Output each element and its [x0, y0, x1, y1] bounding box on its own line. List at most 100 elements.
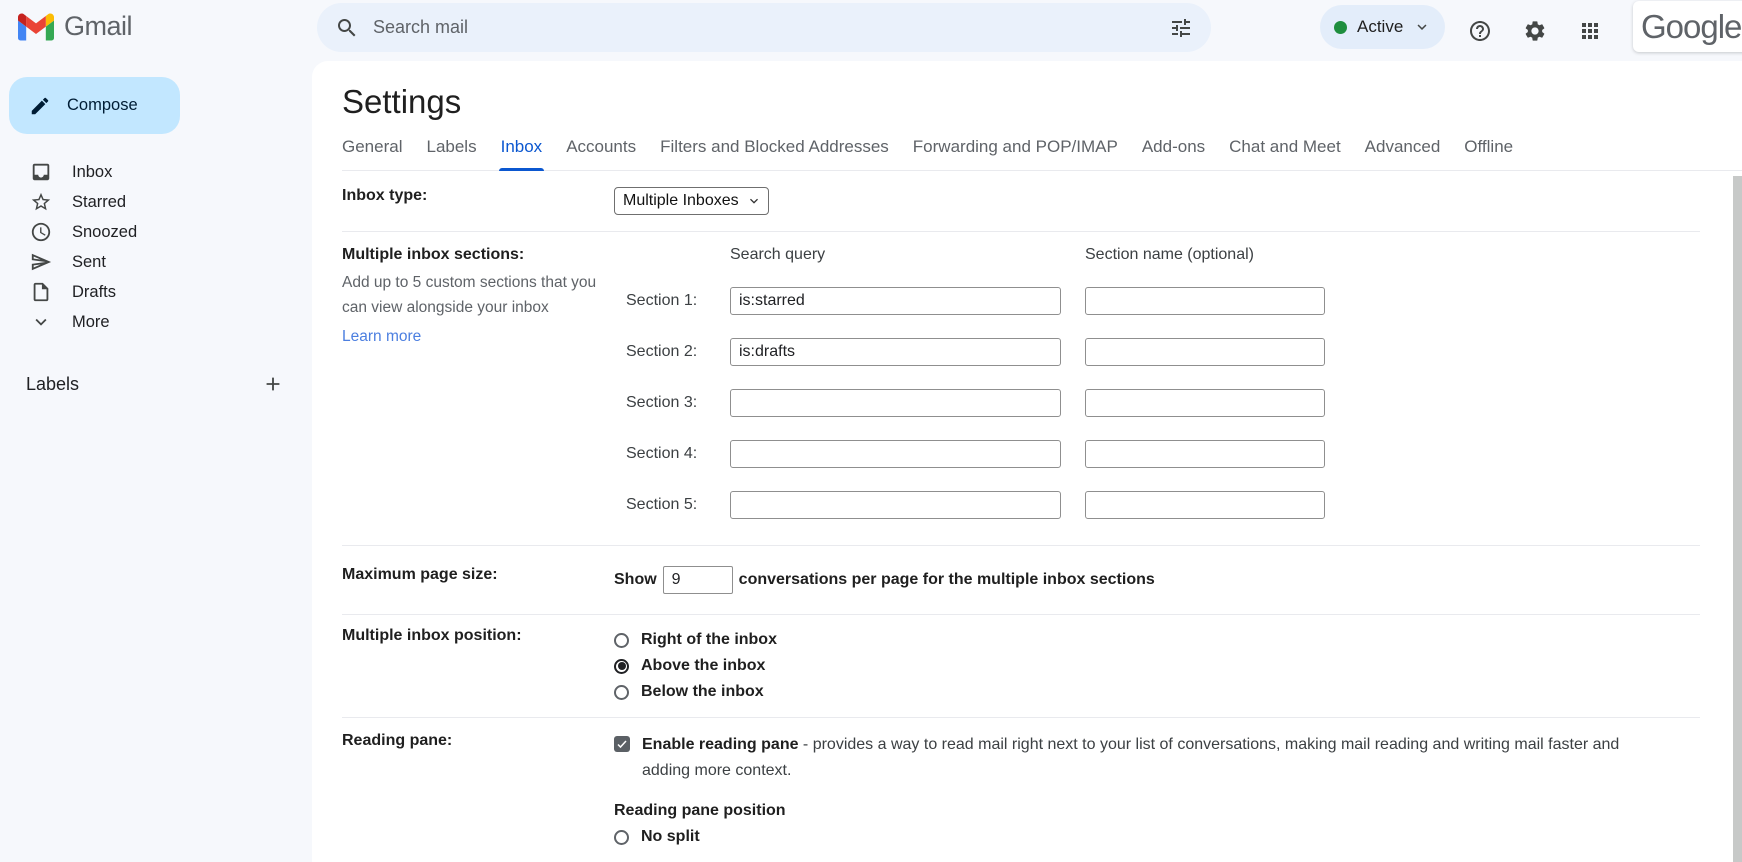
sidebar-item-sent[interactable]: Sent: [0, 247, 312, 277]
tab-accounts[interactable]: Accounts: [566, 137, 636, 157]
section-2-name-input[interactable]: [1085, 338, 1325, 366]
radio-no-split[interactable]: No split: [614, 824, 1700, 850]
enable-reading-pane-checkbox[interactable]: [614, 736, 630, 752]
google-logo-panel: Google: [1633, 1, 1742, 52]
active-status-dot: [1334, 21, 1347, 34]
sidebar-nav: Inbox Starred Snoozed Sent Drafts More: [0, 157, 312, 337]
star-icon: [30, 191, 52, 213]
tab-addons[interactable]: Add-ons: [1142, 137, 1205, 157]
radio-below-the-inbox[interactable]: Below the inbox: [614, 679, 1700, 705]
gear-icon: [1523, 19, 1547, 43]
radio-above-the-inbox[interactable]: Above the inbox: [614, 653, 1700, 679]
gmail-m-icon: [18, 13, 54, 41]
apps-grid-icon: [1578, 19, 1602, 43]
inbox-type-select[interactable]: Multiple Inboxes: [614, 187, 769, 215]
gmail-logo[interactable]: Gmail: [18, 11, 132, 42]
help-button[interactable]: [1462, 13, 1498, 49]
status-chip[interactable]: Active: [1320, 5, 1445, 49]
column-header-section-name: Section name (optional): [1085, 246, 1325, 264]
multiple-inbox-position-row: Multiple inbox position: Right of the in…: [342, 615, 1700, 718]
chevron-down-icon: [746, 193, 762, 209]
compose-button[interactable]: Compose: [9, 77, 180, 134]
reading-pane-position-heading: Reading pane position: [614, 802, 1700, 820]
inbox-type-label: Inbox type:: [342, 187, 614, 215]
section-4-name-input[interactable]: [1085, 440, 1325, 468]
clock-icon: [30, 221, 52, 243]
sidebar-item-label: Starred: [72, 193, 126, 212]
tab-offline[interactable]: Offline: [1464, 137, 1513, 157]
sidebar-item-more[interactable]: More: [0, 307, 312, 337]
tab-labels[interactable]: Labels: [426, 137, 476, 157]
sidebar-item-inbox[interactable]: Inbox: [0, 157, 312, 187]
labels-header-row: Labels: [0, 366, 312, 402]
radio-label: Below the inbox: [641, 683, 764, 701]
section-1-name-input[interactable]: [1085, 287, 1325, 315]
enable-reading-pane-label: Enable reading pane: [642, 736, 798, 753]
radio-icon: [614, 830, 629, 845]
section-4-label: Section 4:: [614, 445, 730, 463]
labels-header: Labels: [26, 374, 79, 395]
inbox-icon: [30, 161, 52, 183]
google-apps-button[interactable]: [1572, 13, 1608, 49]
section-2-query-input[interactable]: [730, 338, 1061, 366]
sidebar-item-label: More: [72, 313, 110, 332]
section-1-label: Section 1:: [614, 292, 730, 310]
section-5-name-input[interactable]: [1085, 491, 1325, 519]
check-icon: [616, 738, 628, 750]
tune-icon[interactable]: [1169, 16, 1193, 40]
radio-label: Right of the inbox: [641, 631, 777, 649]
tab-chat-and-meet[interactable]: Chat and Meet: [1229, 137, 1341, 157]
section-3-label: Section 3:: [614, 394, 730, 412]
sidebar-item-snoozed[interactable]: Snoozed: [0, 217, 312, 247]
sidebar-item-label: Snoozed: [72, 223, 137, 242]
tab-filters[interactable]: Filters and Blocked Addresses: [660, 137, 889, 157]
search-input[interactable]: [373, 17, 1155, 38]
section-1-query-input[interactable]: [730, 287, 1061, 315]
sections-description: Add up to 5 custom sections that you can…: [342, 270, 600, 320]
section-5-query-input[interactable]: [730, 491, 1061, 519]
sidebar-item-label: Sent: [72, 253, 106, 272]
settings-button[interactable]: [1517, 13, 1553, 49]
multiple-inbox-sections-row: Multiple inbox sections: Add up to 5 cus…: [342, 232, 1700, 546]
pencil-icon: [29, 95, 51, 117]
maximum-page-size-row: Maximum page size: Show conversations pe…: [342, 546, 1700, 615]
page-size-suffix: conversations per page for the multiple …: [739, 571, 1155, 589]
sidebar-item-label: Drafts: [72, 283, 116, 302]
reading-pane-row: Reading pane: Enable reading pane - prov…: [342, 718, 1700, 860]
learn-more-link[interactable]: Learn more: [342, 328, 421, 346]
google-wordmark: Google: [1641, 8, 1741, 46]
sidebar-item-starred[interactable]: Starred: [0, 187, 312, 217]
reading-pane-description: Enable reading pane - provides a way to …: [642, 732, 1662, 784]
radio-icon: [614, 685, 629, 700]
chevron-down-icon: [30, 311, 52, 333]
radio-right-of-inbox[interactable]: Right of the inbox: [614, 627, 1700, 653]
send-icon: [30, 251, 52, 273]
inbox-type-value: Multiple Inboxes: [623, 192, 739, 210]
page-size-input[interactable]: [663, 566, 733, 594]
draft-icon: [30, 281, 52, 303]
plus-icon[interactable]: [262, 373, 284, 395]
section-3-name-input[interactable]: [1085, 389, 1325, 417]
chevron-down-icon: [1413, 18, 1431, 36]
sidebar-item-drafts[interactable]: Drafts: [0, 277, 312, 307]
tab-inbox[interactable]: Inbox: [501, 137, 543, 157]
tab-forwarding[interactable]: Forwarding and POP/IMAP: [913, 137, 1118, 157]
column-header-search-query: Search query: [730, 246, 1061, 264]
tab-advanced[interactable]: Advanced: [1365, 137, 1441, 157]
help-icon: [1468, 19, 1492, 43]
sidebar-item-label: Inbox: [72, 163, 112, 182]
maximum-page-size-label: Maximum page size:: [342, 566, 614, 594]
radio-label: No split: [641, 828, 700, 846]
scrollbar-thumb[interactable]: [1733, 176, 1742, 862]
section-3-query-input[interactable]: [730, 389, 1061, 417]
radio-label: Above the inbox: [641, 657, 765, 675]
section-2-label: Section 2:: [614, 343, 730, 361]
compose-label: Compose: [67, 96, 138, 115]
radio-icon-checked: [614, 659, 629, 674]
gmail-wordmark: Gmail: [64, 11, 132, 42]
search-icon[interactable]: [335, 16, 359, 40]
section-4-query-input[interactable]: [730, 440, 1061, 468]
tab-general[interactable]: General: [342, 137, 402, 157]
status-label: Active: [1357, 17, 1403, 37]
settings-tabs: General Labels Inbox Accounts Filters an…: [342, 137, 1742, 171]
